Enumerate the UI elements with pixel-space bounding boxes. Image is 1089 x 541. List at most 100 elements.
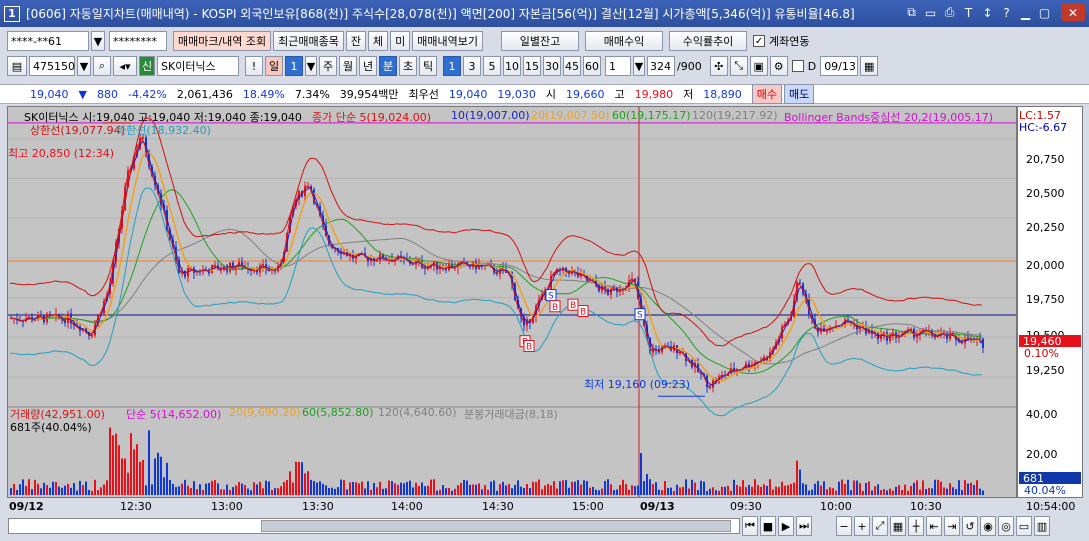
- minute-15[interactable]: 15: [523, 56, 541, 76]
- account-link-checkbox[interactable]: ✓: [753, 35, 766, 47]
- alert-button[interactable]: !: [245, 56, 263, 76]
- account-dropdown[interactable]: ▼: [91, 31, 105, 51]
- volume-bar: [757, 485, 759, 495]
- code-dropdown[interactable]: ▼: [77, 56, 91, 76]
- volume-bar: [352, 481, 354, 495]
- count-input[interactable]: 1: [605, 56, 631, 76]
- date-input[interactable]: 09/13: [820, 56, 859, 76]
- minimize-icon[interactable]: ▁: [1017, 4, 1034, 21]
- minute-30[interactable]: 30: [543, 56, 561, 76]
- up-icon[interactable]: ↕: [979, 4, 996, 21]
- maximize-icon[interactable]: ▢: [1036, 4, 1053, 21]
- window-icon[interactable]: ▭: [922, 4, 939, 21]
- period-daily-button[interactable]: 일: [265, 56, 283, 76]
- horizontal-scrollbar[interactable]: [8, 518, 740, 534]
- volume-bar: [163, 477, 165, 495]
- vol-tick: 20,00: [1026, 448, 1058, 461]
- minute-5[interactable]: 5: [483, 56, 501, 76]
- close-icon[interactable]: ✕: [1061, 4, 1085, 21]
- history-button[interactable]: 매매내역보기: [412, 31, 484, 51]
- crosshair-toggle-icon[interactable]: ┼: [908, 516, 924, 536]
- scroll-thumb[interactable]: [261, 520, 731, 532]
- help-icon[interactable]: ?: [998, 4, 1015, 21]
- pin-icon[interactable]: T: [960, 4, 977, 21]
- ma5-line: [10, 136, 983, 389]
- eye-icon[interactable]: ◎: [998, 516, 1014, 536]
- volume-bar: [181, 483, 183, 495]
- volume-bar: [502, 481, 504, 495]
- print-icon[interactable]: ⎙: [941, 4, 958, 21]
- volume-bar: [901, 489, 903, 495]
- minute-45[interactable]: 45: [563, 56, 581, 76]
- magnet-icon[interactable]: ◉: [980, 516, 996, 536]
- link-icon[interactable]: ⧉: [903, 4, 920, 21]
- date-checkbox[interactable]: [791, 60, 804, 72]
- period-num[interactable]: 1: [285, 56, 303, 76]
- shift-right-icon[interactable]: ⇥: [944, 516, 960, 536]
- unit-tick[interactable]: 틱: [419, 56, 437, 76]
- crosshair-icon[interactable]: ✣: [709, 56, 728, 76]
- calendar-icon[interactable]: ▦: [860, 56, 879, 76]
- zoom-out-icon[interactable]: −: [836, 516, 852, 536]
- stock-code-input[interactable]: 475150: [29, 56, 75, 76]
- account-input[interactable]: ****-**61: [7, 31, 89, 51]
- minute-1[interactable]: 1: [443, 56, 461, 76]
- gear-icon[interactable]: ⚙: [769, 56, 788, 76]
- buy-button[interactable]: 매수: [751, 84, 783, 104]
- draw-icon[interactable]: ⤡: [729, 56, 748, 76]
- minute-60[interactable]: 60: [583, 56, 601, 76]
- volume-bar: [127, 472, 129, 495]
- profit-trend-button[interactable]: 수익률추이: [669, 31, 748, 51]
- volume-bar: [433, 479, 435, 495]
- count-dropdown[interactable]: ▼: [633, 56, 645, 76]
- volume-bar: [682, 486, 684, 495]
- speaker-icon[interactable]: ◂▾: [113, 56, 137, 76]
- bar-count-input[interactable]: 324: [647, 56, 675, 76]
- period-dropdown[interactable]: ▼: [305, 56, 317, 76]
- grid-icon[interactable]: ▦: [890, 516, 906, 536]
- volume-bar: [247, 488, 249, 495]
- scroll-end-icon[interactable]: ⏭: [796, 516, 812, 536]
- unit-second[interactable]: 초: [399, 56, 417, 76]
- minute-10[interactable]: 10: [503, 56, 521, 76]
- minute-3[interactable]: 3: [463, 56, 481, 76]
- unfilled-button[interactable]: 미: [390, 31, 411, 51]
- volume-bar: [622, 479, 624, 495]
- volume-bar: [505, 485, 507, 495]
- password-input[interactable]: ********: [109, 31, 167, 51]
- chart-area[interactable]: BBSBBBS: [7, 106, 1017, 498]
- sell-button[interactable]: 매도: [784, 84, 815, 104]
- volume-bar: [148, 430, 150, 495]
- play-icon[interactable]: ▶: [778, 516, 794, 536]
- stop-icon[interactable]: ■: [760, 516, 776, 536]
- shift-left-icon[interactable]: ⇤: [926, 516, 942, 536]
- volume-bar: [793, 482, 795, 495]
- unit-minute[interactable]: 분: [379, 56, 397, 76]
- period-year[interactable]: 년: [359, 56, 377, 76]
- volume-bar: [628, 489, 630, 495]
- layout-icon[interactable]: ▤: [7, 56, 27, 76]
- volume-bar: [175, 486, 177, 495]
- volume-bar: [760, 486, 762, 495]
- config-icon[interactable]: ▥: [1034, 516, 1050, 536]
- period-week[interactable]: 주: [319, 56, 337, 76]
- daily-balance-button[interactable]: 일별잔고: [501, 31, 580, 51]
- save-icon[interactable]: ▣: [749, 56, 768, 76]
- zoom-in-icon[interactable]: +: [854, 516, 870, 536]
- volume-bar: [586, 481, 588, 495]
- scroll-start-icon[interactable]: ⏮: [742, 516, 758, 536]
- trade-profit-button[interactable]: 매매수익: [585, 31, 664, 51]
- capture-icon[interactable]: ▭: [1016, 516, 1032, 536]
- legend-ma60: 60(19,175.17): [612, 109, 691, 122]
- period-month[interactable]: 월: [339, 56, 357, 76]
- recent-trade-button[interactable]: 최근매매종목: [273, 31, 344, 51]
- mark-search-button[interactable]: 매매마크/내역 조회: [173, 31, 272, 51]
- executed-button[interactable]: 체: [368, 31, 389, 51]
- search-icon[interactable]: ⌕: [93, 56, 111, 76]
- volume-bar: [613, 490, 615, 495]
- reset-icon[interactable]: ↺: [962, 516, 978, 536]
- volume-bar: [223, 489, 225, 495]
- fit-icon[interactable]: ⤢: [872, 516, 888, 536]
- volume-bar: [829, 487, 831, 495]
- balance-button[interactable]: 잔: [345, 31, 367, 51]
